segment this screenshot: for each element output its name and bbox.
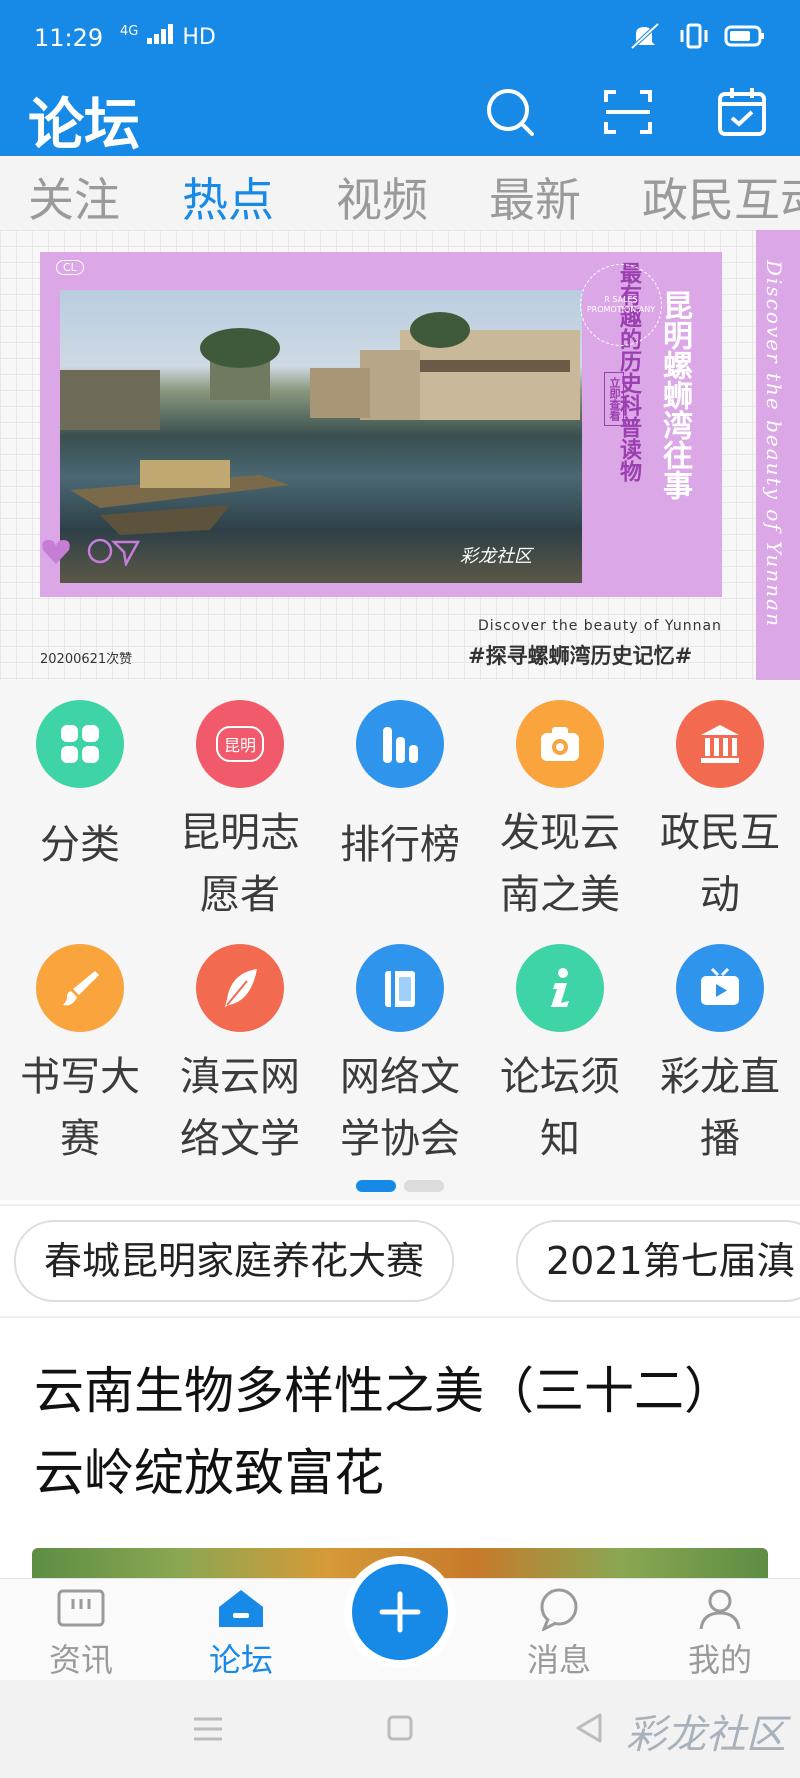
heart-icon [42, 540, 70, 564]
banner-side-strip: Discover the beauty of Yunnan [756, 230, 800, 680]
info-icon [516, 944, 604, 1032]
grid-item-label: 论坛须知 [500, 1054, 620, 1162]
menu-icon[interactable] [192, 1716, 224, 1742]
watermark-logo: 彩龙社区 [626, 1712, 786, 1758]
grid-item-writing-contest[interactable]: 书写大赛 [0, 944, 160, 1170]
grid-item-live[interactable]: 彩龙直播 [640, 944, 800, 1170]
calendar-checkin-icon[interactable] [716, 86, 768, 138]
grid-item-label: 彩龙直播 [660, 1054, 780, 1162]
read-now-button[interactable]: 立即查看 [604, 372, 624, 426]
mute-vibrate-icon [630, 22, 660, 50]
tab-gov-interaction[interactable]: 政民互动 [642, 164, 800, 230]
status-network: 4G HD [120, 24, 216, 50]
photo-watermark: 彩龙社区 [460, 546, 535, 567]
camera-icon [516, 700, 604, 788]
page-dot-active [356, 1180, 396, 1192]
promotion-seal: R SALES PROMOTION ANY [580, 264, 662, 346]
battery-icon [724, 25, 764, 47]
chip-topic[interactable]: 春城昆明家庭养花大赛 [14, 1220, 455, 1302]
grid-item-dianyun-literature[interactable]: 滇云网络文学 [160, 944, 320, 1170]
grid-item-category[interactable]: 分类 [0, 700, 160, 876]
chip-topic[interactable]: 2021第七届滇 [516, 1220, 800, 1302]
back-icon[interactable] [574, 1712, 604, 1744]
home-square-icon[interactable] [386, 1714, 414, 1742]
nav-forum[interactable]: 论坛 [176, 1579, 306, 1681]
banner-card: CL 彩龙社区 昆明螺蛳湾往事 最有趣的历史科普读物 R SALES PROMO… [40, 252, 722, 597]
new-post-button[interactable] [352, 1564, 448, 1660]
nav-label: 资讯 [48, 1641, 113, 1679]
status-icons [630, 22, 766, 50]
nav-label: 论坛 [208, 1641, 273, 1679]
promo-banner[interactable]: CL 彩龙社区 昆明螺蛳湾往事 最有趣的历史科普读物 R SALES PROMO… [0, 230, 800, 680]
hd-label: HD [182, 25, 216, 50]
banner-actions [42, 538, 140, 566]
tab-hot[interactable]: 热点 [182, 164, 274, 230]
volunteer-flower-icon: 昆明 [196, 700, 284, 788]
category-tabs: 关注 热点 视频 最新 政民互动 [0, 156, 800, 230]
grid-item-label: 书写大赛 [20, 1054, 140, 1162]
search-icon[interactable] [484, 86, 536, 138]
feather-icon [196, 944, 284, 1032]
grid-item-label: 发现云南之美 [500, 810, 620, 918]
book-icon [356, 944, 444, 1032]
topic-chips: 春城昆明家庭养花大赛 2021第七届滇 [0, 1206, 800, 1316]
brush-icon [36, 944, 124, 1032]
grid-item-discover-yunnan[interactable]: 发现云南之美 [480, 700, 640, 926]
grid-item-label: 排行榜 [340, 822, 460, 868]
grid-item-gov-interaction[interactable]: 政民互动 [640, 700, 800, 926]
side-strip-text: Discover the beauty of Yunnan [762, 260, 786, 628]
promotion-seal-text: R SALES PROMOTION ANY [586, 295, 656, 314]
grid-item-volunteer[interactable]: 昆明 昆明志愿者 [160, 700, 320, 926]
nav-news[interactable]: 资讯 [16, 1579, 146, 1681]
nav-label: 消息 [526, 1641, 591, 1679]
bar-chart-icon [356, 700, 444, 788]
banner-title: 昆明螺蛳湾往事 [657, 290, 692, 500]
grid-item-forum-rules[interactable]: 论坛须知 [480, 944, 640, 1170]
banner-tag: CL [56, 260, 84, 275]
nav-label: 我的 [687, 1641, 752, 1679]
grid-item-ranking[interactable]: 排行榜 [320, 700, 480, 876]
volunteer-badge: 昆明 [215, 726, 264, 762]
forum-home-icon [219, 1590, 263, 1627]
grid-item-literature-association[interactable]: 网络文学协会 [320, 944, 480, 1170]
tab-latest[interactable]: 最新 [489, 164, 581, 230]
scan-icon[interactable] [602, 86, 654, 138]
banner-hashtag: #探寻螺蛳湾历史记忆# [468, 644, 693, 668]
divider [0, 1316, 800, 1318]
government-building-icon [676, 700, 764, 788]
grid-item-label: 分类 [40, 822, 120, 868]
comment-icon [87, 538, 113, 564]
grid-item-label: 网络文学协会 [340, 1054, 460, 1162]
status-time: 11:29 [34, 24, 104, 52]
app-header: 11:29 4G HD 论坛 [0, 0, 800, 156]
tab-video[interactable]: 视频 [336, 164, 428, 230]
share-icon [110, 540, 140, 566]
network-type: 4G [120, 24, 139, 39]
article-title[interactable]: 云南生物多样性之美（三十二）云岭绽放致富花 [34, 1350, 754, 1514]
vibrate-icon [680, 23, 708, 49]
category-icon [36, 700, 124, 788]
banner-discover: Discover the beauty of Yunnan [478, 618, 722, 634]
tab-follow[interactable]: 关注 [28, 164, 120, 230]
message-icon [540, 1588, 578, 1633]
tv-icon [676, 944, 764, 1032]
news-icon [57, 1589, 105, 1627]
post-button-wrap [344, 1556, 456, 1668]
profile-icon [699, 1589, 741, 1630]
nav-messages[interactable]: 消息 [494, 1579, 624, 1681]
page-title: 论坛 [28, 93, 140, 156]
page-dot [404, 1180, 444, 1192]
grid-item-label: 昆明志愿者 [180, 810, 300, 918]
nav-profile[interactable]: 我的 [655, 1579, 785, 1681]
grid-item-label: 政民互动 [660, 810, 780, 918]
plus-icon [379, 1591, 421, 1633]
banner-likes: 20200621次赞 [40, 652, 133, 667]
signal-icon [145, 24, 175, 44]
grid-item-label: 滇云网络文学 [180, 1054, 300, 1162]
